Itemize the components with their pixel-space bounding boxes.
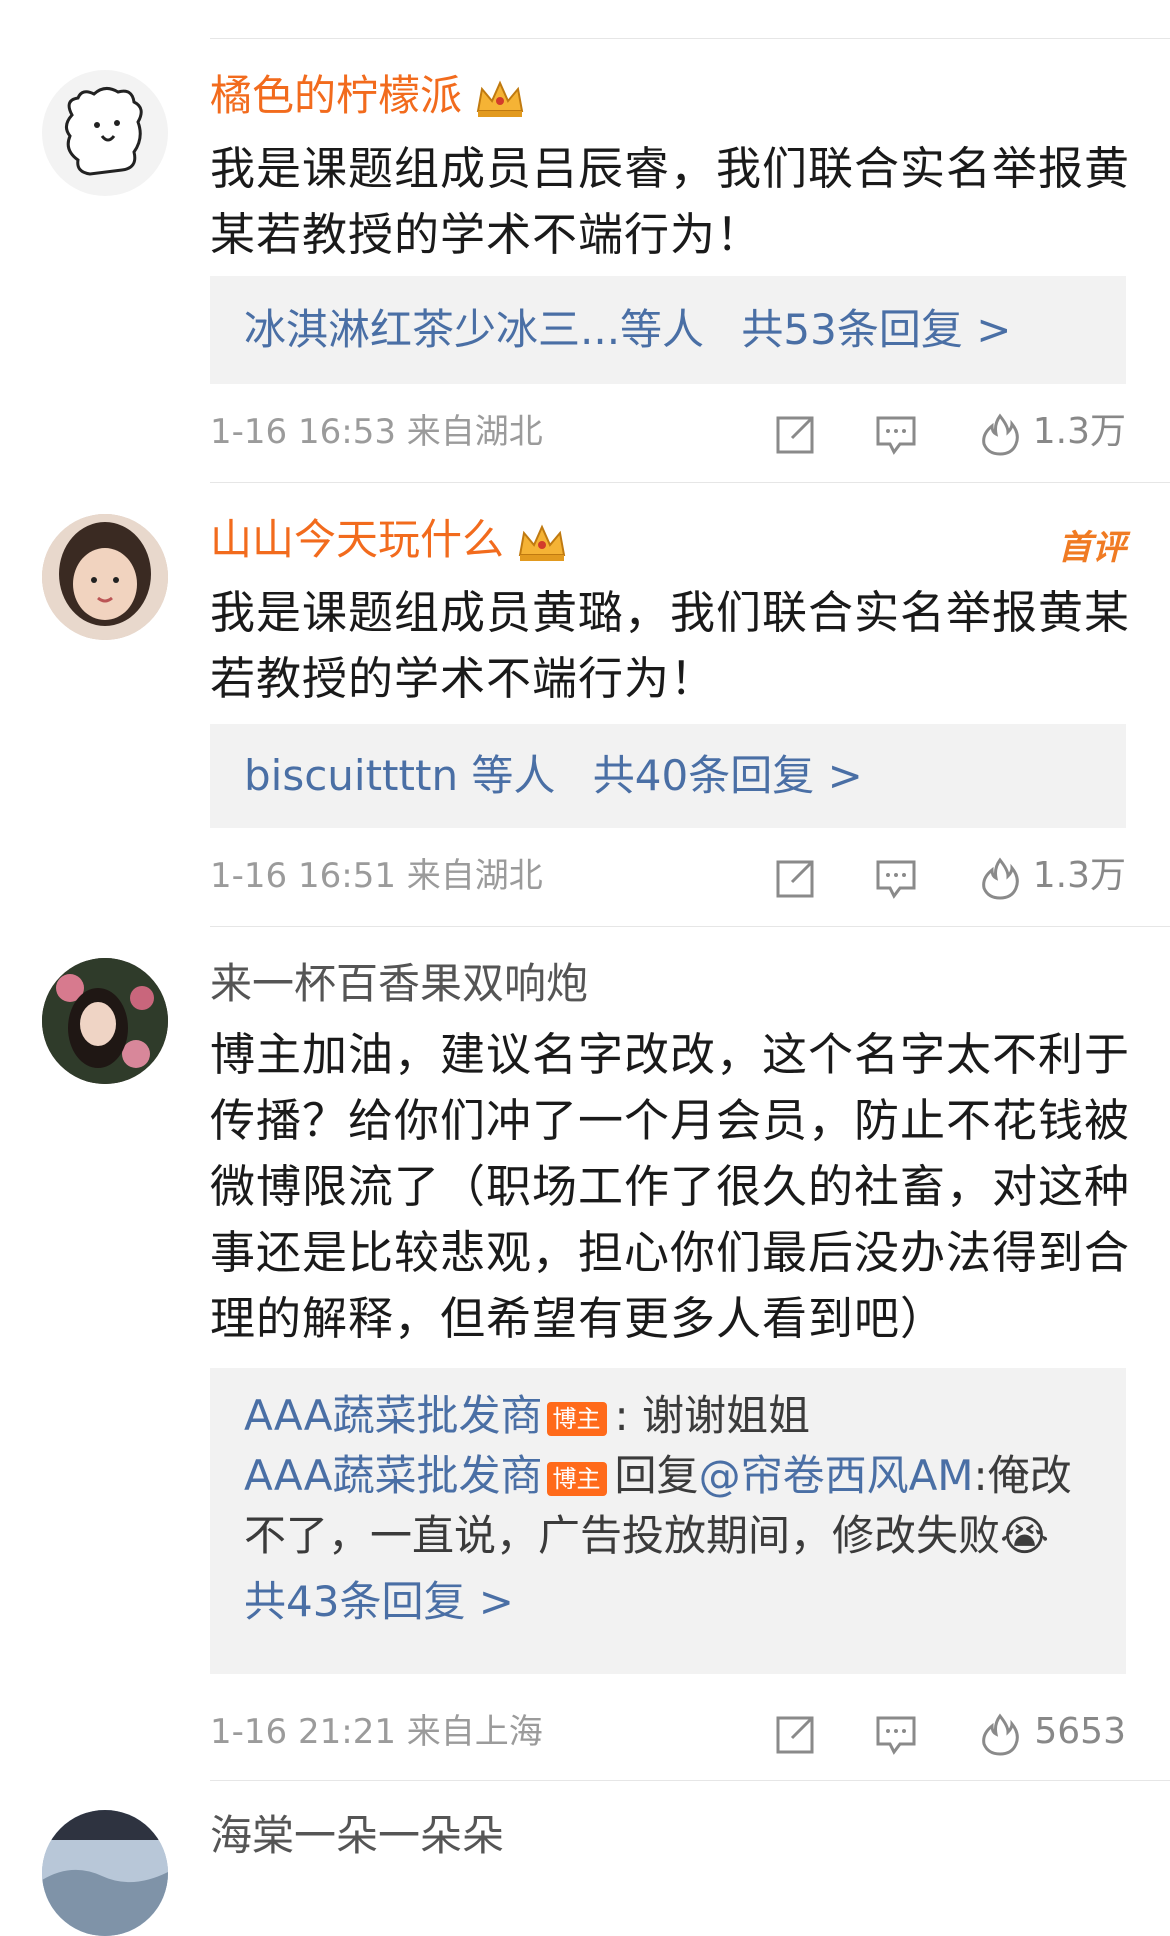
like-count: 1.3万 [1032, 411, 1126, 452]
previous-comment-fragment [0, 0, 1170, 40]
comment-icon[interactable] [874, 412, 918, 456]
avatar[interactable] [42, 514, 168, 640]
flame-like-icon[interactable] [978, 856, 1022, 900]
first-comment-badge: 首评 [1058, 528, 1126, 568]
reply-count-link[interactable]: 共43条回复 > [244, 1572, 1092, 1632]
timestamp: 1-16 21:21 来自上海 [210, 1712, 543, 1752]
flame-like-icon[interactable] [978, 1712, 1022, 1756]
comment-text: 博主加油，建议名字改改，这个名字太不利于传播？给你们冲了一个月会员，防止不花钱被… [210, 1028, 1131, 1345]
crown-icon [518, 524, 566, 561]
username[interactable]: 山山今天玩什么 [210, 514, 570, 566]
reply-preview-box[interactable]: biscuittttn 等人 共40条回复 > [210, 724, 1126, 828]
share-icon[interactable] [774, 412, 818, 456]
comment-icon[interactable] [874, 1712, 918, 1756]
comment-icon[interactable] [874, 856, 918, 900]
crown-icon [476, 80, 524, 117]
reply-count-link[interactable]: 共53条回复 > [741, 305, 1011, 354]
avatar[interactable] [42, 958, 168, 1084]
reply-preview-box[interactable]: 冰淇淋红茶少冰三...等人 共53条回复 > [210, 276, 1126, 384]
avatar[interactable] [42, 70, 168, 196]
reply-line: AAA蔬菜批发商 博主: 谢谢姐姐 [244, 1386, 1092, 1446]
avatar[interactable] [42, 1810, 168, 1936]
flame-like-icon[interactable] [978, 412, 1022, 456]
comment-meta: 1-16 16:51 来自湖北 1.3万 [210, 850, 1126, 902]
reply-users[interactable]: 冰淇淋红茶少冰三...等人 [244, 305, 704, 354]
comment-meta: 1-16 21:21 来自上海 5653 [210, 1706, 1126, 1758]
reply-word: 回复 [614, 1451, 699, 1500]
mention-link[interactable]: @帘卷西风AM [699, 1451, 974, 1500]
like-count: 5653 [1034, 1711, 1126, 1752]
share-icon[interactable] [774, 856, 818, 900]
comment-text: 我是课题组成员黄璐，我们联合实名举报黄某若教授的学术不端行为！ [210, 586, 1131, 705]
timestamp: 1-16 16:53 来自湖北 [210, 412, 543, 452]
timestamp: 1-16 16:51 来自湖北 [210, 856, 543, 896]
username[interactable]: 海棠一朵一朵朵 [210, 1810, 504, 1862]
share-icon[interactable] [774, 1712, 818, 1756]
like-count: 1.3万 [1032, 855, 1126, 896]
comment-text: 我是课题组成员吕辰睿，我们联合实名举报黄某若教授的学术不端行为！ [210, 142, 1131, 261]
reply-count-link[interactable]: 共40条回复 > [593, 751, 863, 800]
reply-content: : 谢谢姐姐 [614, 1391, 811, 1440]
reply-username[interactable]: AAA蔬菜批发商 [244, 1391, 543, 1440]
divider [210, 926, 1170, 927]
comment-meta: 1-16 16:53 来自湖北 1.3万 [210, 406, 1126, 458]
reply-username[interactable]: AAA蔬菜批发商 [244, 1451, 543, 1500]
username[interactable]: 橘色的柠檬派 [210, 70, 528, 122]
reply-thread-box[interactable]: AAA蔬菜批发商 博主: 谢谢姐姐 AAA蔬菜批发商 博主 回复@帘卷西风AM:俺改不… [210, 1368, 1126, 1674]
divider [210, 482, 1170, 483]
reply-line: AAA蔬菜批发商 博主 回复@帘卷西风AM:俺改不了，一直说，广告投放期间，修改失败… [244, 1446, 1092, 1566]
divider [210, 38, 1170, 39]
divider [210, 1780, 1170, 1781]
reply-users[interactable]: biscuittttn 等人 [244, 751, 555, 800]
host-badge: 博主 [546, 1461, 607, 1496]
username[interactable]: 来一杯百香果双响炮 [210, 958, 588, 1010]
host-badge: 博主 [546, 1401, 607, 1436]
